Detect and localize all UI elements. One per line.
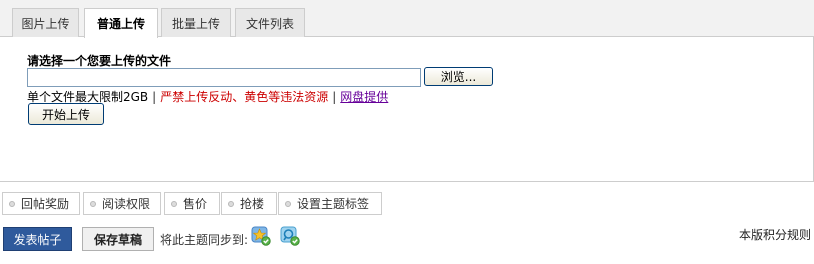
tab-batch-upload[interactable]: 批量上传: [161, 8, 231, 37]
option-set-tags[interactable]: 设置主题标签: [278, 192, 382, 215]
file-path-input[interactable]: [27, 68, 421, 87]
start-upload-button[interactable]: 开始上传: [28, 103, 104, 125]
size-limit-text: 单个文件最大限制2GB: [27, 90, 149, 104]
separator: |: [332, 90, 337, 104]
separator: |: [152, 90, 157, 104]
post-thread-button[interactable]: 发表帖子: [3, 227, 72, 251]
option-price[interactable]: 售价: [164, 192, 220, 215]
upload-title: 请选择一个您要上传的文件: [27, 54, 172, 68]
tab-file-list[interactable]: 文件列表: [235, 8, 305, 37]
warning-text: 严禁上传反动、黄色等违法资源: [160, 90, 329, 104]
option-label: 阅读权限: [102, 197, 151, 211]
bullet-icon: [9, 200, 15, 207]
sync-label: 将此主题同步到:: [160, 233, 249, 247]
upload-panel: 请选择一个您要上传的文件 浏览... 单个文件最大限制2GB | 严禁上传反动、黄色…: [0, 37, 814, 182]
upload-tab-bar: 图片上传 普通上传 批量上传 文件列表: [0, 0, 814, 38]
bullet-icon: [90, 200, 96, 207]
tencent-weibo-icon[interactable]: [280, 226, 300, 246]
option-label: 售价: [183, 197, 208, 211]
bullet-icon: [228, 200, 234, 207]
bullet-icon: [171, 200, 177, 207]
save-draft-button[interactable]: 保存草稿: [82, 227, 154, 251]
option-label: 回帖奖励: [21, 197, 70, 211]
tab-image-upload[interactable]: 图片上传: [12, 8, 79, 37]
forum-points-rules-link[interactable]: 本版积分规则: [739, 226, 811, 243]
netdisk-provider-link[interactable]: 网盘提供: [340, 90, 388, 104]
bullet-icon: [285, 200, 291, 207]
option-label: 抢楼: [240, 197, 265, 211]
qzone-star-icon[interactable]: [251, 226, 271, 246]
tab-normal-upload[interactable]: 普通上传: [84, 8, 158, 38]
option-read-permission[interactable]: 阅读权限: [83, 192, 161, 215]
option-reply-reward[interactable]: 回帖奖励: [2, 192, 80, 215]
option-label: 设置主题标签: [297, 197, 370, 211]
browse-button[interactable]: 浏览...: [424, 67, 493, 86]
option-floor-grab[interactable]: 抢楼: [221, 192, 277, 215]
